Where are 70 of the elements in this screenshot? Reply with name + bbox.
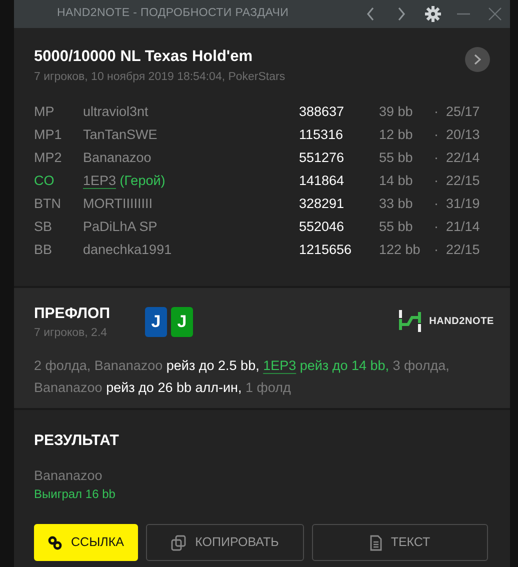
section-title: ПРЕФЛОП	[34, 304, 111, 323]
chevron-left-icon	[366, 7, 375, 21]
document-icon	[370, 534, 382, 550]
minimize-icon	[457, 13, 470, 15]
player-stack: 551276	[299, 149, 346, 167]
player-bb: 55 bb	[379, 218, 414, 236]
chevron-right-icon	[397, 7, 406, 21]
separator-dot: ·	[434, 126, 440, 144]
link-icon	[48, 536, 62, 550]
player-bb: 14 bb	[379, 172, 414, 190]
player-bb: 55 bb	[379, 149, 414, 167]
hero-tag: (Герой)	[116, 173, 166, 188]
player-name: Bananazoo	[83, 149, 152, 167]
player-stats: 31/19	[446, 195, 481, 213]
separator-dot: ·	[434, 241, 440, 259]
player-stats: 25/17	[446, 103, 481, 121]
logo-text: HAND2NOTE	[429, 314, 494, 328]
player-bb: 122 bb	[379, 241, 422, 259]
player-stack: 388637	[299, 103, 346, 121]
player-stats: 22/15	[446, 172, 481, 190]
hand-subtitle: 7 игроков, 10 ноября 2019 18:54:04, PokerStars	[34, 70, 286, 85]
player-stats: 22/15	[446, 241, 481, 259]
player-stack: 141864	[299, 172, 346, 190]
player-name: TanTanSWE	[83, 126, 158, 144]
copy-icon	[171, 534, 186, 550]
player-bb: 33 bb	[379, 195, 414, 213]
player-stats: 22/14	[446, 149, 481, 167]
action-button[interactable]: ТЕКСТ	[312, 524, 488, 561]
player-stack: 1215656	[299, 241, 353, 259]
player-name: ultraviol3nt	[83, 103, 150, 121]
player-link[interactable]: 1EP3	[263, 358, 296, 373]
separator-dot: ·	[434, 172, 440, 190]
close-icon	[488, 7, 502, 21]
separator-dot: ·	[434, 103, 440, 121]
player-position: BB	[34, 241, 54, 259]
player-stack: 328291	[299, 195, 346, 213]
action-button[interactable]: КОПИРОВАТЬ	[146, 524, 304, 561]
next-hand-button[interactable]	[465, 47, 490, 72]
action-summary: 2 фолда, Bananazoo рейз до 2.5 bb, 1EP3 рейз до 14 bb, 3 фолда, Bananazoo рейз до 26 bb алл-ин, 1 фолд	[34, 357, 450, 397]
player-name: MORTIIIIIIII	[83, 195, 154, 213]
action-button[interactable]: ССЫЛКА	[34, 524, 138, 561]
playing-card: J	[171, 307, 193, 337]
player-stats: 21/14	[446, 218, 481, 236]
separator-dot: ·	[434, 149, 440, 167]
playing-card: J	[145, 307, 167, 337]
street-subtitle: 7 игроков, 2.4	[34, 326, 108, 341]
winner-name: Bananazoo	[34, 467, 104, 485]
separator-dot: ·	[434, 195, 440, 213]
hand-title: 5000/10000 NL Texas Hold'em	[34, 47, 254, 67]
winnings-text: Выиграл 16 bb	[34, 486, 116, 503]
player-position: MP	[34, 103, 56, 121]
player-bb: 39 bb	[379, 103, 414, 121]
player-link[interactable]: 1EP3	[83, 173, 116, 188]
player-stats: 20/13	[446, 126, 481, 144]
player-position: SB	[34, 218, 54, 236]
chevron-right-icon	[474, 54, 481, 65]
window-title: HAND2NOTE - ПОДРОБНОСТИ РАЗДАЧИ	[57, 6, 290, 22]
player-position: BTN	[34, 195, 62, 213]
separator-dot: ·	[434, 218, 440, 236]
player-name: PaDiLhA SP	[83, 218, 158, 236]
section-title: РЕЗУЛЬТАТ	[34, 431, 120, 450]
player-position: CO	[34, 172, 56, 190]
player-stack: 552046	[299, 218, 346, 236]
player-position: MP1	[34, 126, 63, 144]
player-position: MP2	[34, 149, 63, 167]
player-stack: 115316	[299, 126, 344, 144]
logo-icon	[399, 310, 422, 332]
player-bb: 12 bb	[379, 126, 414, 144]
player-name: danechka1991	[83, 241, 173, 259]
settings-icon	[424, 6, 440, 22]
